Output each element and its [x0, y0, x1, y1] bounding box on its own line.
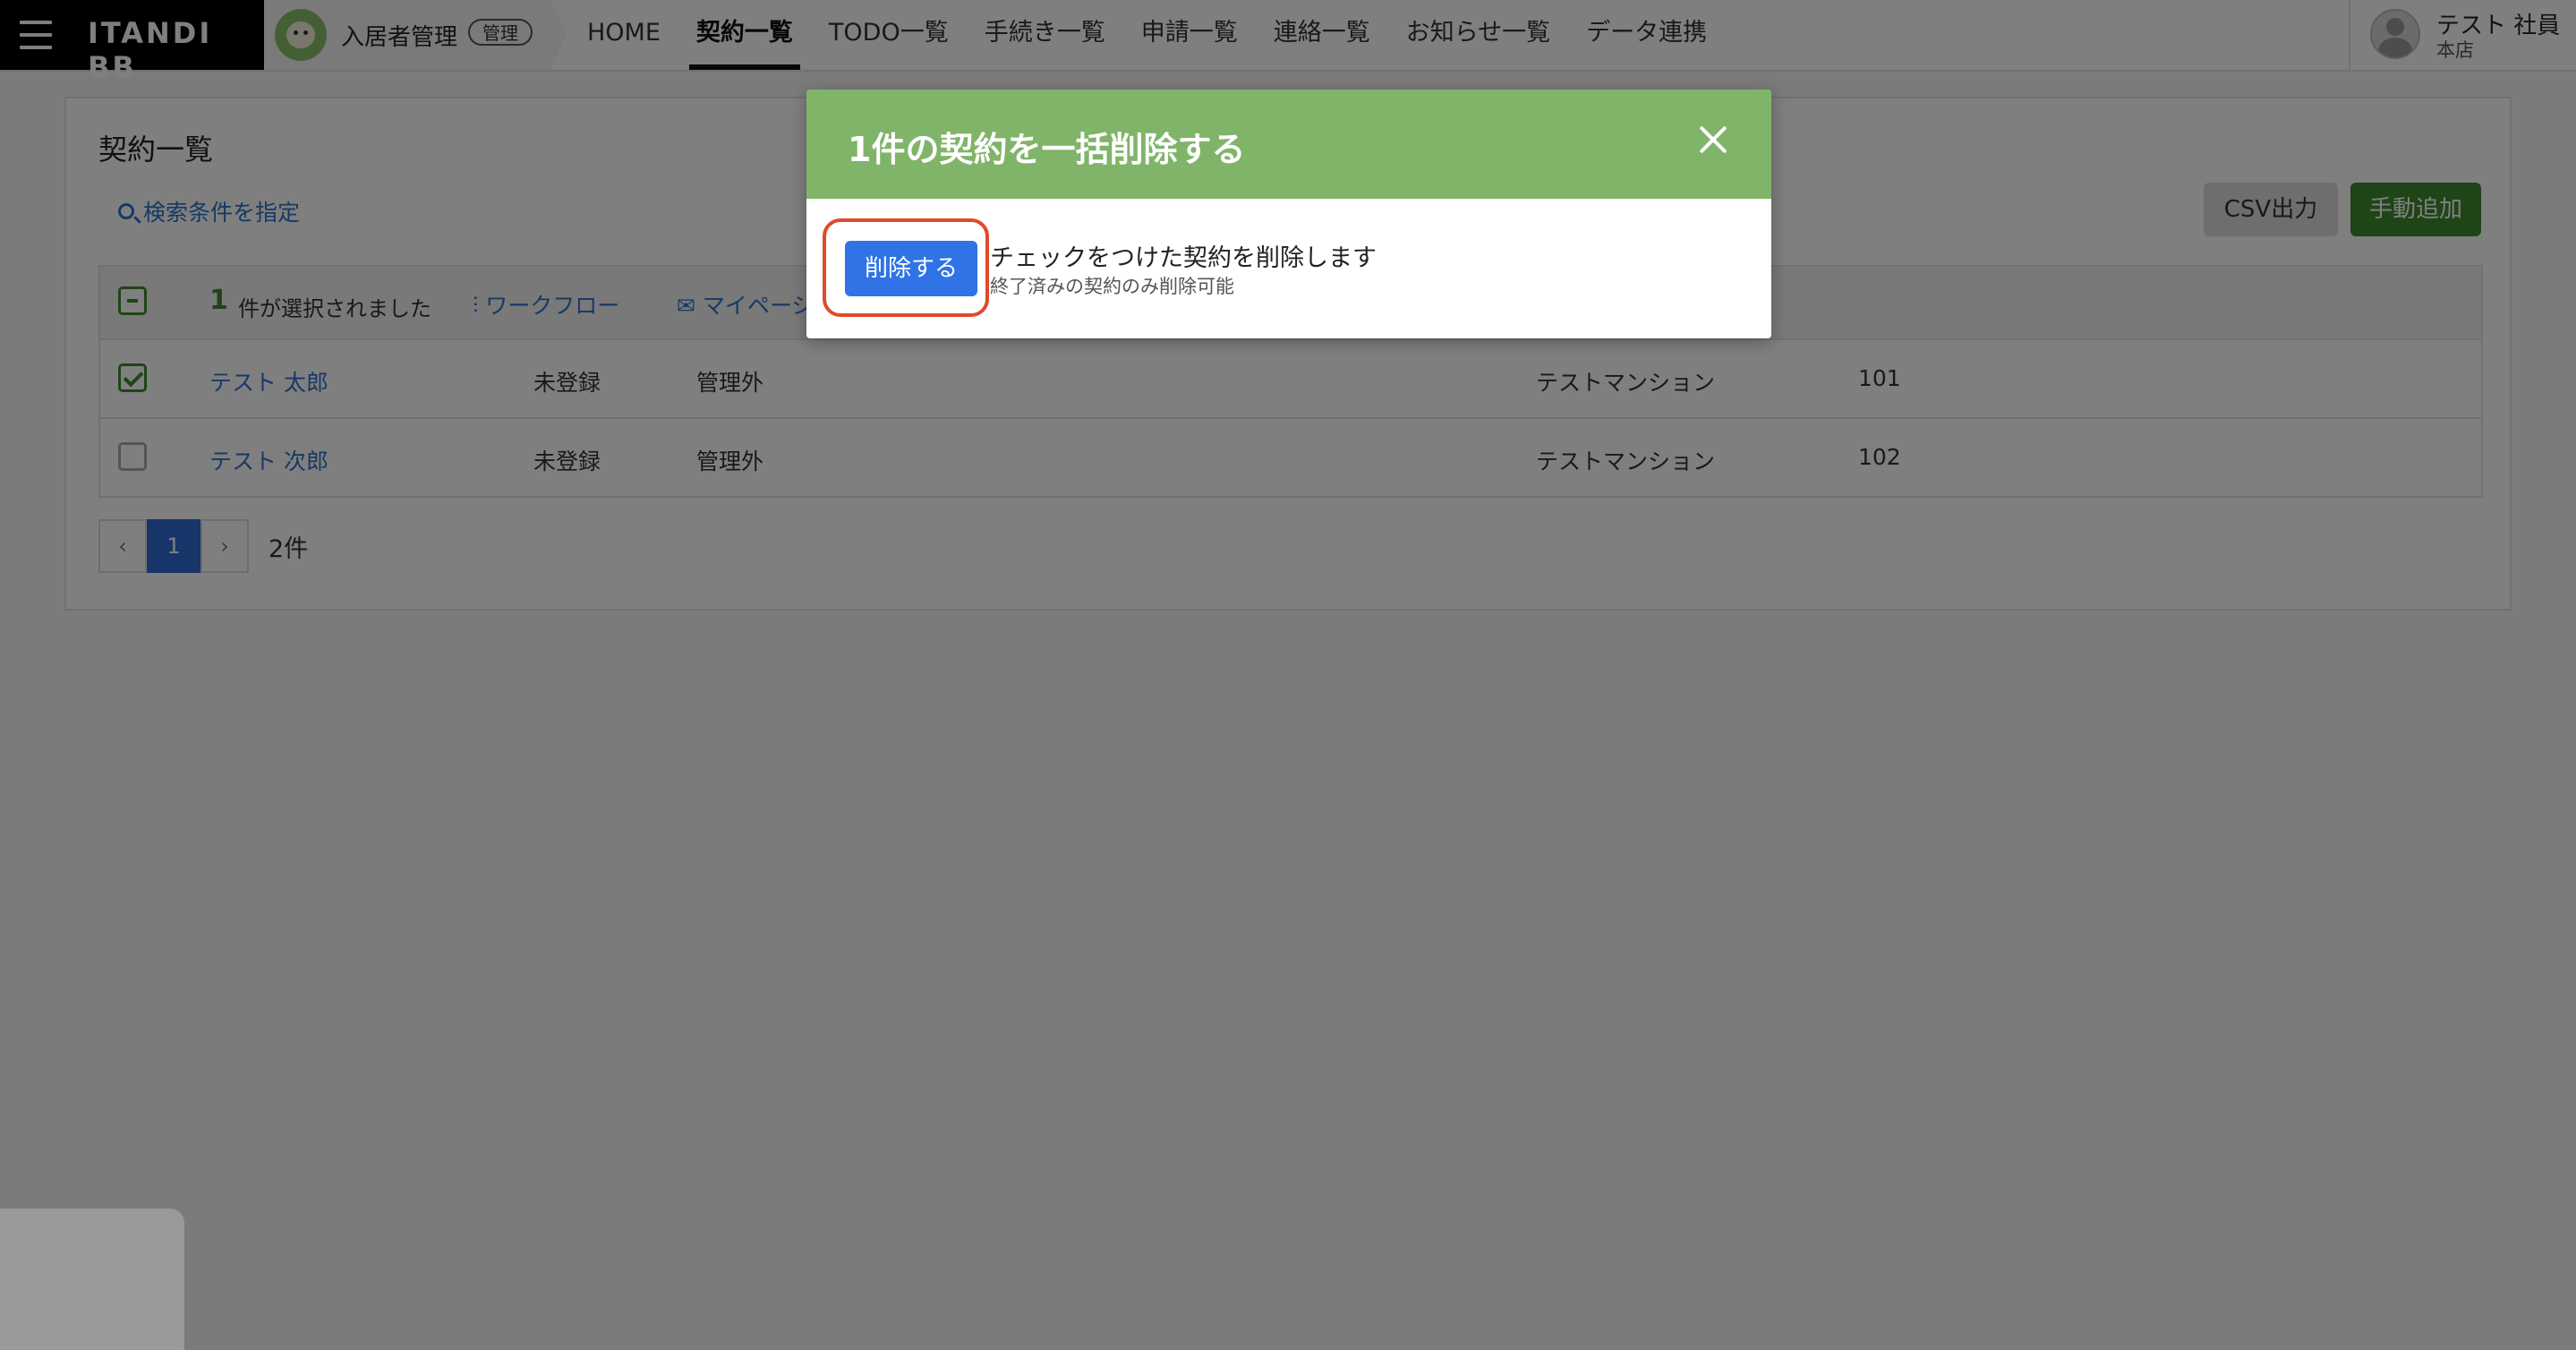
modal-header: 1件の契約を一括削除する — [806, 90, 1771, 199]
close-icon[interactable] — [1695, 122, 1731, 158]
delete-button[interactable]: 削除する — [845, 241, 977, 296]
delete-sub-message: 終了済みの契約のみ削除可能 — [990, 276, 1234, 297]
corner-widget[interactable] — [0, 1209, 184, 1350]
modal-title: 1件の契約を一括削除する — [848, 130, 1246, 169]
bulk-delete-modal: 1件の契約を一括削除する 削除する チェックをつけた契約を削除します 終了済みの… — [806, 90, 1771, 338]
delete-message: チェックをつけた契約を削除します — [990, 244, 1377, 272]
